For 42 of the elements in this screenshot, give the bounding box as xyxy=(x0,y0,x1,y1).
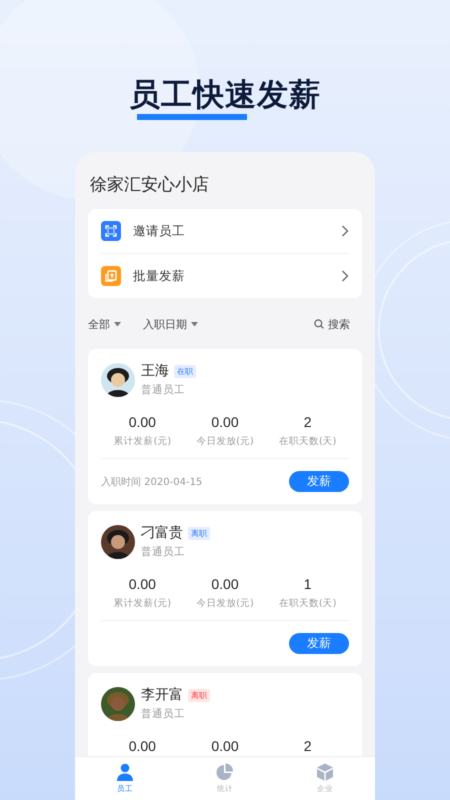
pie-chart-icon xyxy=(216,763,234,781)
employee-role: 普通员工 xyxy=(141,383,186,397)
person-icon xyxy=(116,763,134,781)
status-tag: 在职 xyxy=(174,364,196,378)
action-item[interactable]: 邀请员工 xyxy=(101,209,349,253)
employee-name: 李开富 xyxy=(141,686,183,704)
store-name: 徐家汇安心小店 xyxy=(90,175,210,195)
stat-value: 0.00 xyxy=(211,738,239,754)
headline: 员工快速发薪 xyxy=(129,78,321,113)
caret-icon xyxy=(114,322,121,326)
hire-date: 入职时间 2020-04-15 xyxy=(101,476,202,488)
stat-value: 0.00 xyxy=(211,414,239,430)
action-item[interactable]: 批量发薪 xyxy=(101,253,349,298)
stat-value: 0.00 xyxy=(128,576,156,592)
chevron-right-icon xyxy=(341,225,349,237)
filter-dropdown[interactable]: 全部 xyxy=(88,316,121,332)
stat-value: 0.00 xyxy=(128,414,156,430)
stat-value: 2 xyxy=(304,414,312,430)
stat-label: 在职天数(天) xyxy=(278,435,336,448)
employee-role: 普通员工 xyxy=(141,545,186,559)
stat-label: 今日发放(元) xyxy=(196,435,254,448)
cube-icon xyxy=(316,763,334,781)
stat-label: 在职天数(天) xyxy=(278,597,336,610)
pay-button[interactable]: 发薪 xyxy=(289,471,349,492)
filter-dropdown[interactable]: 入职日期 xyxy=(143,316,198,332)
employee-name: 刁富贵 xyxy=(141,524,183,542)
stat-label: 累计发薪(元) xyxy=(114,435,172,448)
caret-icon xyxy=(191,322,198,326)
stat-value: 0.00 xyxy=(211,576,239,592)
pay-button[interactable]: 发薪 xyxy=(289,633,349,654)
status-tag: 离职 xyxy=(188,688,210,702)
stat-label: 今日发放(元) xyxy=(196,597,254,610)
employee-role: 普通员工 xyxy=(141,707,186,721)
stat-label: 累计发薪(元) xyxy=(114,597,172,610)
search-icon xyxy=(314,319,324,329)
stat-value: 0.00 xyxy=(128,738,156,754)
stat-value: 1 xyxy=(304,576,312,592)
search-button[interactable]: 搜索 xyxy=(314,316,350,332)
stat-value: 2 xyxy=(304,738,312,754)
status-tag: 离职 xyxy=(188,526,210,540)
chevron-right-icon xyxy=(341,270,349,282)
employee-name: 王海 xyxy=(141,362,169,380)
